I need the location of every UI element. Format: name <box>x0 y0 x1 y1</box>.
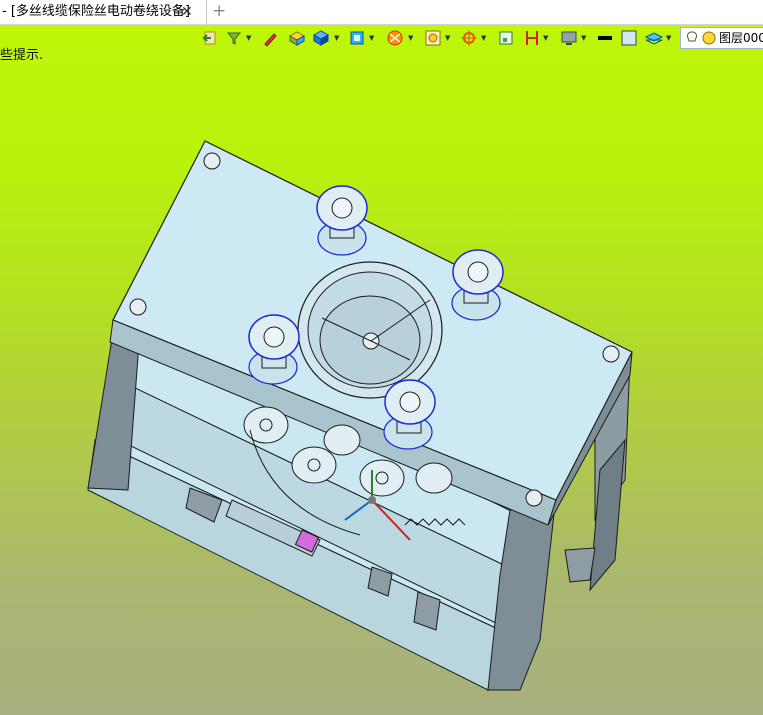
box-color-icon[interactable] <box>288 28 306 48</box>
chevron-down-icon[interactable]: ▼ <box>334 34 339 42</box>
view-cube-icon[interactable] <box>348 28 366 48</box>
close-tab-icon[interactable]: ✕ <box>181 0 193 24</box>
zoom-icon[interactable] <box>424 28 442 48</box>
filter-icon[interactable] <box>226 28 242 48</box>
line-color-swatch[interactable] <box>596 28 614 48</box>
chevron-down-icon[interactable]: ▼ <box>408 34 413 42</box>
view-toolbar: ▼ ▼ ▼ ▼ ▼ ▼ ▼ ▼ ▼ <box>196 26 763 50</box>
new-tab-icon[interactable]: + <box>212 0 226 22</box>
chevron-down-icon[interactable]: ▼ <box>369 34 374 42</box>
document-tab-bar: - [多丝线缆保险丝电动卷绕设备] ✕ + <box>0 0 763 25</box>
layer-select[interactable]: 图层0000 <box>680 27 763 49</box>
lightbulb-icon[interactable] <box>686 30 716 46</box>
chevron-down-icon[interactable]: ▼ <box>481 34 486 42</box>
grid-icon[interactable] <box>498 28 514 48</box>
spool-right[interactable] <box>451 249 504 321</box>
central-drum[interactable] <box>297 261 443 399</box>
chevron-down-icon[interactable]: ▼ <box>246 34 251 42</box>
chevron-down-icon[interactable]: ▼ <box>666 34 671 42</box>
spool-left[interactable] <box>248 314 300 385</box>
3d-viewport[interactable] <box>0 25 763 715</box>
cad-model[interactable] <box>0 25 763 715</box>
render-mode-icon[interactable] <box>386 28 404 48</box>
layer-name: 图层0000 <box>719 31 763 45</box>
spool-top[interactable] <box>316 185 368 256</box>
chevron-down-icon[interactable]: ▼ <box>445 34 450 42</box>
layer-stack-icon[interactable] <box>644 28 664 48</box>
snap-icon[interactable] <box>460 28 478 48</box>
display-icon[interactable] <box>560 28 578 48</box>
face-color-swatch[interactable] <box>620 28 638 48</box>
shaded-cube-icon[interactable] <box>312 28 330 48</box>
hint-text: 些提示. <box>0 48 44 63</box>
chevron-down-icon[interactable]: ▼ <box>543 34 548 42</box>
pen-icon[interactable] <box>262 28 278 48</box>
exit-icon[interactable] <box>202 28 218 48</box>
dimension-icon[interactable] <box>524 28 540 48</box>
chevron-down-icon[interactable]: ▼ <box>581 34 586 42</box>
document-tab-title: - [多丝线缆保险丝电动卷绕设备] <box>2 4 190 19</box>
document-tab[interactable]: - [多丝线缆保险丝电动卷绕设备] ✕ <box>0 0 207 24</box>
spool-bottom[interactable] <box>383 379 436 450</box>
